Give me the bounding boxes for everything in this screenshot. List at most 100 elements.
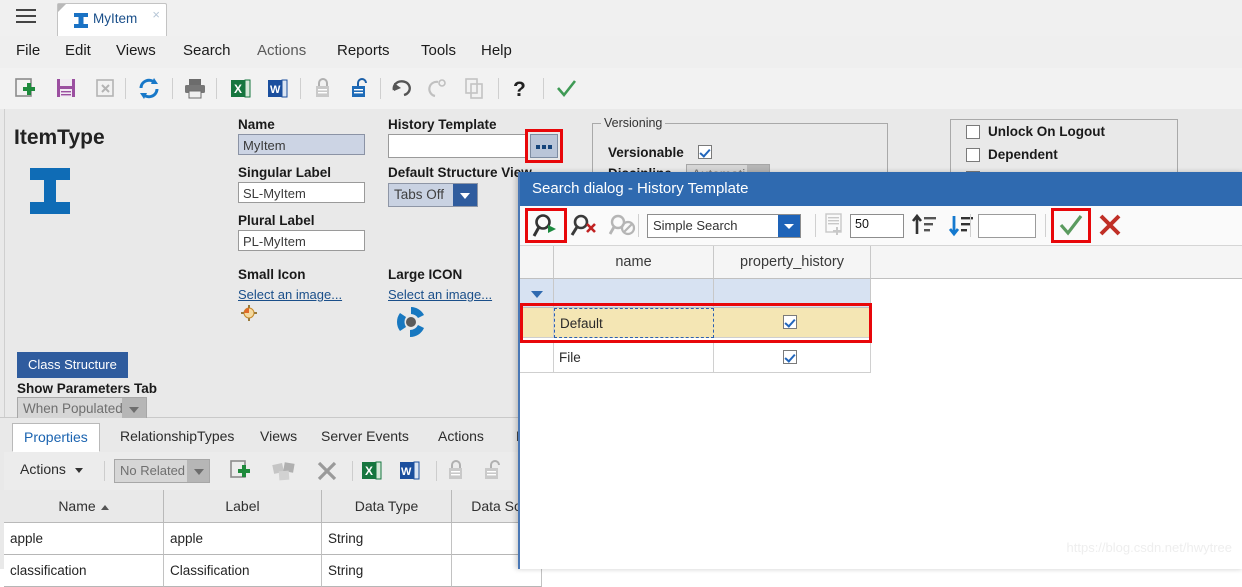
sort-descending-icon[interactable]: [948, 212, 976, 238]
table-row[interactable]: File: [554, 343, 714, 373]
export-word-icon[interactable]: W: [398, 459, 424, 483]
svg-text:X: X: [365, 464, 373, 478]
table-row[interactable]: Classification: [164, 555, 322, 587]
chevron-down-icon[interactable]: [453, 184, 477, 206]
table-row[interactable]: [714, 343, 871, 373]
redo-icon[interactable]: [425, 76, 451, 101]
menu-item-file[interactable]: File: [13, 42, 43, 59]
menu-item-reports[interactable]: Reports: [334, 42, 393, 59]
blank-field-input[interactable]: [978, 214, 1036, 238]
filter-row-toggle[interactable]: [520, 279, 554, 308]
table-row[interactable]: String: [322, 555, 452, 587]
toolbar-separator: [1045, 214, 1046, 237]
plural-label-input[interactable]: PL-MyItem: [238, 230, 365, 251]
export-excel-icon[interactable]: X: [360, 459, 386, 483]
svg-text:W: W: [270, 84, 281, 96]
unlock-icon[interactable]: [348, 76, 374, 101]
name-label: Name: [238, 117, 275, 132]
small-icon-select-link[interactable]: Select an image...: [238, 287, 342, 302]
tab-server-events[interactable]: Server Events: [310, 423, 420, 452]
filter-input-name[interactable]: [554, 279, 714, 308]
print-icon[interactable]: [182, 76, 208, 101]
confirm-icon[interactable]: [1057, 212, 1085, 238]
dependent-checkbox[interactable]: [966, 148, 980, 162]
column-header-property-history[interactable]: property_history: [714, 246, 871, 279]
run-search-icon[interactable]: [531, 212, 561, 240]
tab-close-icon[interactable]: ×: [152, 8, 160, 21]
table-row[interactable]: Default: [554, 308, 714, 338]
column-header-name[interactable]: Name: [4, 490, 164, 523]
cancel-icon[interactable]: [1096, 212, 1124, 238]
table-row[interactable]: [520, 343, 554, 373]
add-page-icon[interactable]: [823, 212, 847, 238]
page-size-input[interactable]: 50: [850, 214, 904, 238]
save-icon[interactable]: [53, 76, 79, 101]
dialog-title-bar[interactable]: Search dialog - History Template: [520, 172, 1242, 206]
lock-icon[interactable]: [444, 459, 470, 483]
menu-item-tools[interactable]: Tools: [418, 42, 459, 59]
done-icon[interactable]: [554, 76, 580, 101]
undo-icon[interactable]: [388, 76, 414, 101]
toolbar-separator: [125, 78, 126, 99]
chevron-down-icon[interactable]: [778, 215, 800, 237]
clear-search-icon[interactable]: [570, 212, 600, 240]
export-word-icon[interactable]: W: [265, 76, 291, 101]
menu-hamburger-icon[interactable]: [16, 9, 36, 25]
default-structure-view-label: Default Structure View: [388, 165, 532, 180]
delete-icon[interactable]: [314, 459, 340, 483]
tab-properties[interactable]: Properties: [12, 423, 100, 452]
filter-input-property-history[interactable]: [714, 279, 871, 308]
refresh-icon[interactable]: [136, 76, 162, 101]
unlock-on-logout-checkbox[interactable]: [966, 125, 980, 139]
copy-icon[interactable]: [462, 76, 488, 101]
property-history-checkbox[interactable]: [783, 315, 797, 329]
relationships-icon[interactable]: [271, 459, 299, 483]
new-icon[interactable]: [13, 76, 39, 101]
large-icon-select-link[interactable]: Select an image...: [388, 287, 492, 302]
chevron-down-icon[interactable]: [187, 460, 209, 482]
column-header-data-type[interactable]: Data Type: [322, 490, 452, 523]
disable-search-icon[interactable]: [608, 212, 638, 240]
column-header-label[interactable]: Label: [164, 490, 322, 523]
search-results-grid: name property_history Default File: [520, 246, 1242, 569]
menu-item-views[interactable]: Views: [113, 42, 159, 59]
export-excel-icon[interactable]: X: [228, 76, 254, 101]
table-row[interactable]: [714, 308, 871, 338]
tab-views[interactable]: Views: [249, 423, 308, 452]
name-input[interactable]: MyItem: [238, 134, 365, 155]
table-row[interactable]: [520, 308, 554, 338]
tab-relationshiptypes[interactable]: RelationshipTypes: [109, 423, 245, 452]
chevron-down-icon[interactable]: [122, 398, 146, 420]
history-template-input[interactable]: [388, 134, 528, 158]
delete-icon[interactable]: [93, 76, 119, 101]
search-mode-select[interactable]: Simple Search: [647, 214, 801, 238]
menu-item-help[interactable]: Help: [478, 42, 515, 59]
column-header-name[interactable]: name: [554, 246, 714, 279]
table-row[interactable]: String: [322, 523, 452, 555]
lock-icon[interactable]: [310, 76, 336, 101]
menu-item-search[interactable]: Search: [180, 42, 234, 59]
sort-ascending-icon[interactable]: [911, 212, 939, 238]
tab-actions[interactable]: Actions: [427, 423, 495, 452]
add-icon[interactable]: [229, 459, 255, 483]
help-icon[interactable]: ?: [508, 76, 534, 101]
menu-item-edit[interactable]: Edit: [62, 42, 94, 59]
table-row[interactable]: apple: [164, 523, 322, 555]
singular-label-label: Singular Label: [238, 165, 332, 180]
table-row[interactable]: classification: [4, 555, 164, 587]
history-template-browse-button[interactable]: [530, 134, 558, 158]
document-tab-myitem[interactable]: MyItem ×: [57, 3, 167, 37]
menu-item-actions[interactable]: Actions: [254, 42, 309, 59]
related-filter-select[interactable]: No Related: [114, 459, 210, 483]
unlock-icon[interactable]: [482, 459, 508, 483]
default-structure-view-select[interactable]: Tabs Off: [388, 183, 478, 207]
history-template-label: History Template: [388, 117, 497, 132]
table-row[interactable]: apple: [4, 523, 164, 555]
form-left-divider: [0, 109, 5, 417]
singular-label-input[interactable]: SL-MyItem: [238, 182, 365, 203]
property-history-checkbox[interactable]: [783, 350, 797, 364]
versionable-checkbox[interactable]: [698, 145, 712, 159]
grid-actions-menu[interactable]: Actions: [20, 461, 83, 485]
sort-ascending-icon: [100, 504, 109, 510]
ellipsis-dot: [548, 145, 552, 149]
